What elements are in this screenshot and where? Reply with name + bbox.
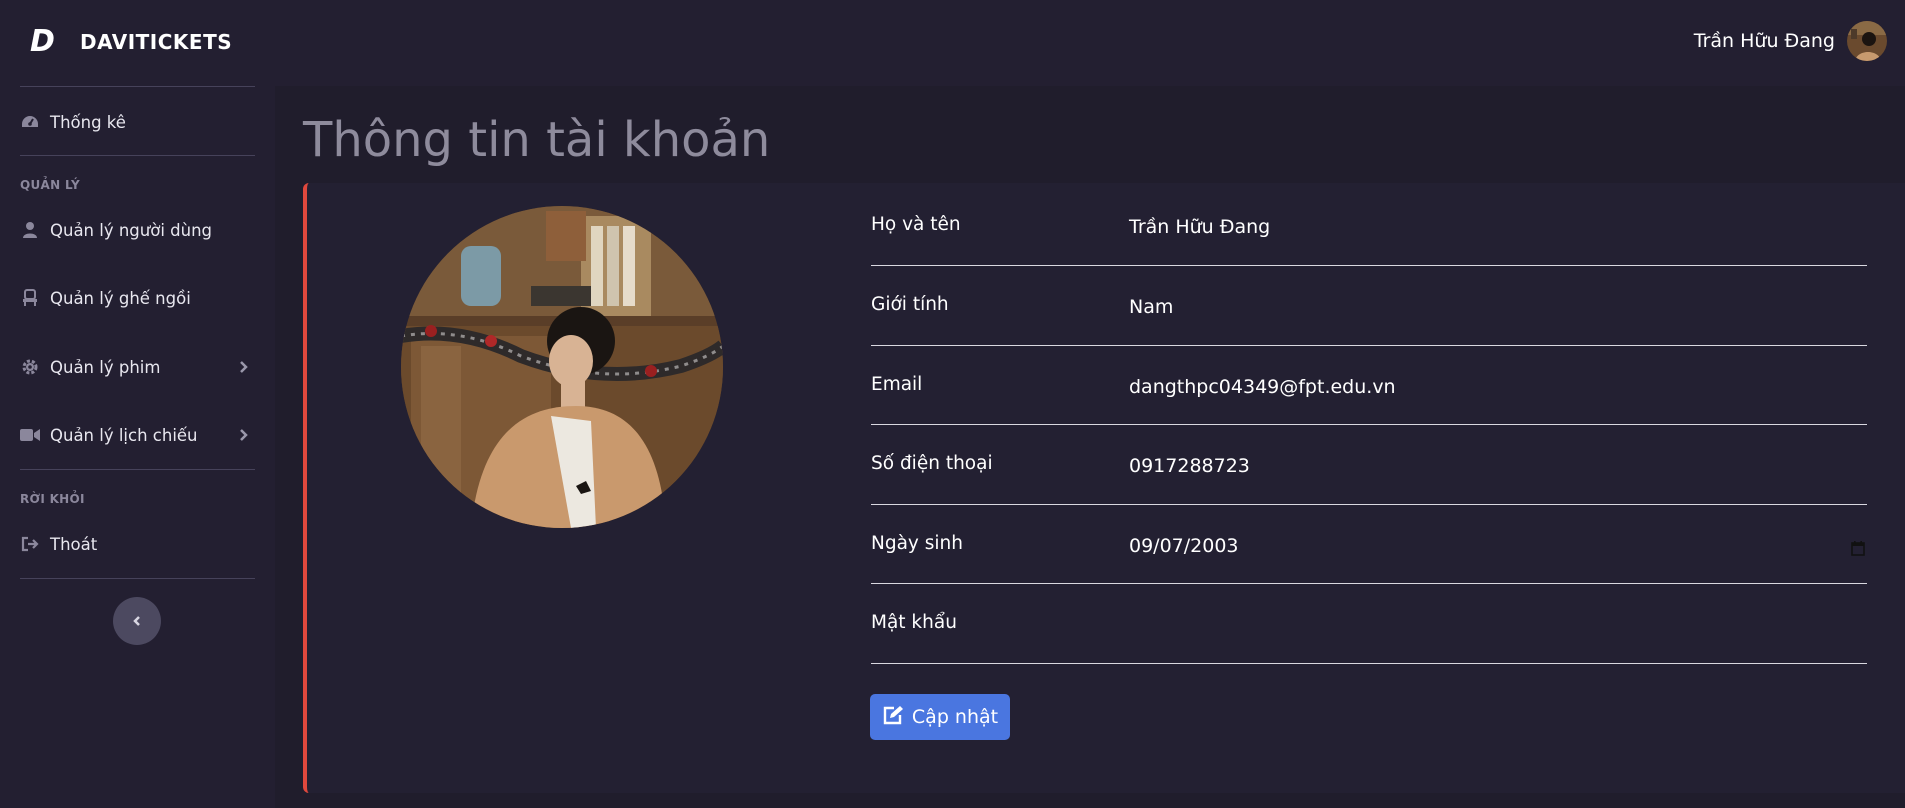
sidebar-item-label: Quản lý người dùng [50, 220, 213, 240]
sidebar-item-label: Quản lý ghế ngồi [50, 288, 191, 308]
sidebar-item-label: Quản lý phim [50, 357, 161, 377]
brand-logo: D [30, 24, 55, 59]
topbar-user-name: Trần Hữu Đang [1693, 30, 1835, 52]
form-row-email: Email dangthpc04349@fpt.edu.vn [871, 346, 1867, 425]
field-label: Họ và tên [871, 214, 961, 235]
field-label: Mật khẩu [871, 612, 957, 633]
profile-photo [401, 206, 723, 528]
form-row-fullname: Họ và tên Trần Hữu Đang [871, 186, 1867, 266]
gender-field[interactable]: Nam [1129, 296, 1829, 318]
chevron-right-icon [239, 427, 249, 446]
sidebar-divider [20, 155, 255, 156]
brand-name: DAVITICKETS [80, 30, 233, 54]
video-camera-icon [20, 425, 40, 445]
field-label: Ngày sinh [871, 532, 963, 554]
sidebar-collapse-button[interactable] [113, 597, 161, 645]
sidebar-item-label: Thoát [50, 534, 98, 554]
field-label: Email [871, 373, 923, 395]
field-label: Số điện thoại [871, 453, 993, 474]
chevron-right-icon [239, 359, 249, 378]
phone-field[interactable]: 0917288723 [1129, 455, 1829, 477]
sidebar-divider [20, 469, 255, 470]
profile-form: Họ và tên Trần Hữu Đang Giới tính Nam Em… [871, 186, 1867, 664]
email-field[interactable]: dangthpc04349@fpt.edu.vn [1129, 376, 1829, 398]
birthday-field[interactable]: 09/07/2003 [1129, 535, 1829, 557]
brand[interactable]: D DAVITICKETS [30, 22, 232, 62]
sidebar-item-users[interactable]: Quản lý người dùng [20, 210, 255, 250]
sidebar-divider [20, 578, 255, 579]
page-title: Thông tin tài khoản [303, 112, 771, 168]
sidebar-item-seats[interactable]: Quản lý ghế ngồi [20, 278, 255, 318]
section-heading-exit: RỜI KHỎI [20, 492, 85, 506]
update-button-label: Cập nhật [911, 706, 999, 728]
gear-icon [20, 357, 40, 377]
topbar-user-menu[interactable]: Trần Hữu Đang [1694, 20, 1887, 62]
sidebar-item-label: Quản lý lịch chiếu [50, 425, 198, 445]
form-row-birthday: Ngày sinh 09/07/2003 [871, 505, 1867, 584]
sidebar: D DAVITICKETS Thống kê QUẢN LÝ Quản lý n… [0, 0, 270, 808]
sign-out-icon [20, 534, 40, 554]
form-row-phone: Số điện thoại 0917288723 [871, 425, 1867, 505]
user-icon [20, 220, 40, 240]
dashboard-icon [20, 112, 40, 132]
sidebar-item-movies[interactable]: Quản lý phim [20, 347, 255, 387]
form-row-password: Mật khẩu [871, 584, 1867, 664]
update-button[interactable]: Cập nhật [870, 694, 1010, 740]
sidebar-item-showtimes[interactable]: Quản lý lịch chiếu [20, 415, 255, 455]
section-heading-manage: QUẢN LÝ [20, 178, 81, 192]
calendar-icon[interactable] [1851, 540, 1865, 560]
sidebar-item-label: Thống kê [50, 112, 126, 132]
sidebar-item-logout[interactable]: Thoát [20, 524, 255, 564]
avatar[interactable] [1847, 21, 1887, 61]
sidebar-item-dashboard[interactable]: Thống kê [20, 102, 255, 142]
edit-icon [882, 705, 904, 729]
seat-icon [20, 288, 40, 308]
fullname-field[interactable]: Trần Hữu Đang [1129, 216, 1829, 238]
sidebar-divider [20, 86, 255, 87]
form-row-gender: Giới tính Nam [871, 266, 1867, 346]
field-label: Giới tính [871, 294, 949, 315]
chevron-left-icon [132, 612, 142, 631]
